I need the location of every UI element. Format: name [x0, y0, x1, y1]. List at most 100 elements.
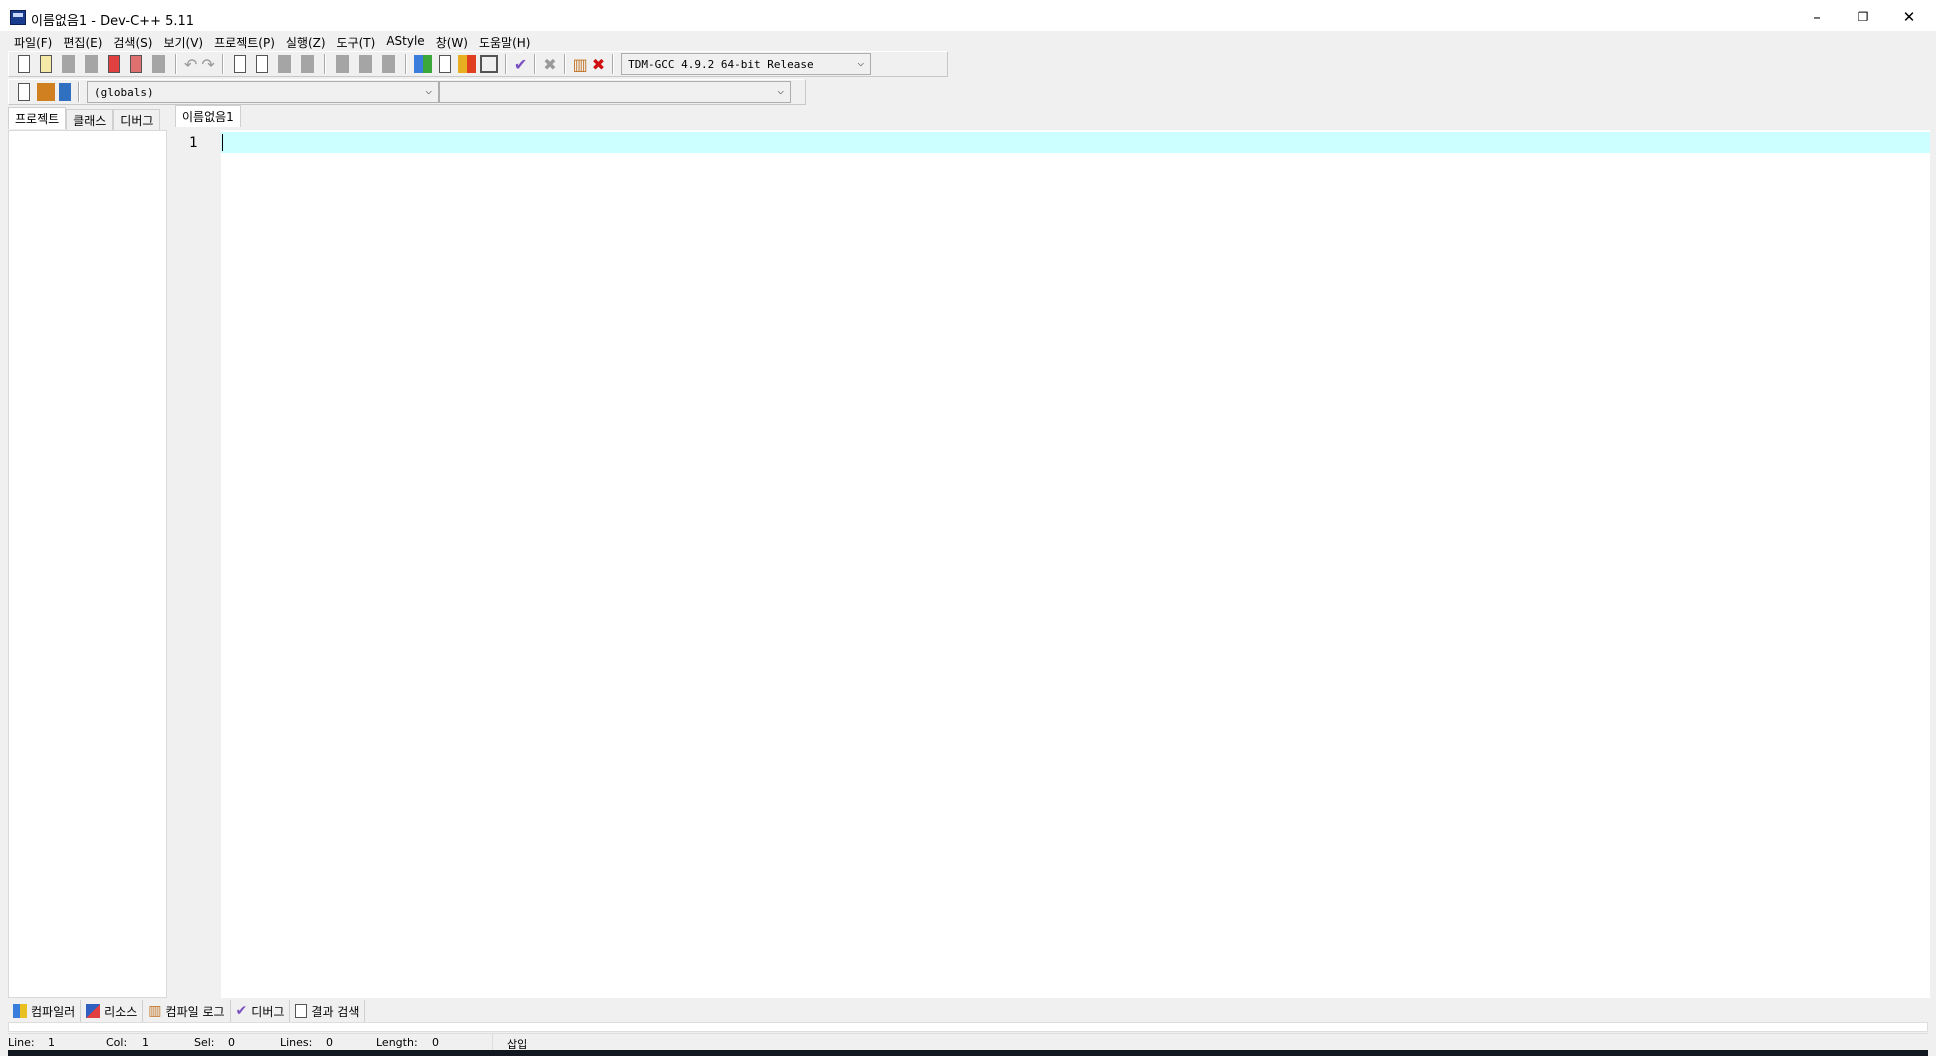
open-file-icon[interactable]: [40, 55, 52, 73]
tab-label: 컴파일러: [31, 1004, 76, 1019]
window-title: 이름없음1 - Dev-C++ 5.11: [31, 14, 195, 29]
left-panel-tabs: 프로젝트 클래스 디버그: [8, 107, 161, 130]
insert-icon[interactable]: [18, 83, 30, 101]
separator: [175, 54, 177, 74]
rebuild-icon[interactable]: [479, 55, 498, 73]
project-options-icon[interactable]: [381, 55, 395, 73]
tab-classes[interactable]: 클래스: [66, 109, 114, 130]
text-caret: [222, 134, 223, 151]
status-bar: Line: 1 Col: 1 Sel: 0 Lines: 0 Length: 0…: [8, 1033, 1928, 1051]
debug-check-icon[interactable]: ✔: [514, 55, 527, 74]
menu-help[interactable]: 도움말(H): [475, 31, 538, 51]
menu-execute[interactable]: 실행(Z): [282, 31, 333, 51]
compile-run-icon[interactable]: [457, 55, 476, 73]
separator: [563, 54, 566, 74]
separator: [323, 54, 326, 74]
app-icon: [10, 10, 26, 25]
menu-astyle[interactable]: AStyle: [382, 31, 431, 51]
lines-value: 0: [326, 1036, 333, 1049]
separator: [404, 54, 407, 74]
chevron-down-icon: ⌵: [777, 84, 784, 97]
lines-label: Lines:: [280, 1036, 313, 1049]
separator: [504, 54, 507, 74]
separator: [612, 54, 615, 74]
stop-icon[interactable]: ✖: [543, 55, 556, 74]
tab-editor-file[interactable]: 이름없음1: [175, 105, 241, 127]
scope-select[interactable]: (globals) ⌵: [87, 81, 439, 103]
menu-bar: 파일(F) 편집(E) 검색(S) 보기(V) 프로젝트(P) 실행(Z) 도구…: [0, 31, 1936, 51]
sel-value: 0: [228, 1036, 235, 1049]
current-line-highlight: [221, 132, 1930, 153]
code-editor[interactable]: 1: [175, 130, 1930, 998]
delete-profile-icon[interactable]: ✖: [592, 55, 605, 74]
close-button[interactable]: ✕: [1886, 4, 1932, 30]
title-bar: 이름없음1 - Dev-C++ 5.11 – ❐ ✕: [0, 0, 1936, 31]
tab-compile-log[interactable]: ▥ 컴파일 로그: [143, 1000, 231, 1022]
replace-icon[interactable]: [255, 55, 268, 73]
sel-label: Sel:: [194, 1036, 215, 1049]
separator: [534, 54, 537, 74]
undo-icon[interactable]: ↶: [184, 55, 197, 74]
save-icon[interactable]: [62, 55, 75, 73]
project-panel[interactable]: [8, 130, 167, 998]
tab-resources[interactable]: 리소스: [81, 1000, 144, 1022]
line-label: Line:: [8, 1036, 35, 1049]
close-file-icon[interactable]: [108, 55, 120, 73]
print-icon[interactable]: [152, 55, 165, 73]
profile-chart-icon[interactable]: ▥: [573, 55, 588, 74]
resources-icon: [86, 1004, 101, 1018]
restore-button[interactable]: ❐: [1840, 4, 1886, 30]
separator: [78, 82, 80, 102]
redo-icon[interactable]: ↷: [201, 55, 214, 74]
compile-icon[interactable]: [413, 55, 432, 73]
output-panel: [8, 1022, 1928, 1032]
save-all-icon[interactable]: [85, 55, 98, 73]
toggle-bookmark-icon[interactable]: [37, 83, 55, 101]
tab-label: 결과 검색: [311, 1004, 360, 1019]
menu-view[interactable]: 보기(V): [159, 31, 210, 51]
bottom-tabs: 컴파일러 리소스 ▥ 컴파일 로그 ✔ 디버그 결과 검색: [8, 1000, 366, 1022]
close-all-icon[interactable]: [130, 55, 142, 73]
menu-edit[interactable]: 편집(E): [59, 31, 109, 51]
menu-file[interactable]: 파일(F): [10, 31, 59, 51]
tab-debug-output[interactable]: ✔ 디버그: [231, 1000, 291, 1022]
tab-label: 컴파일 로그: [165, 1004, 225, 1019]
compiler-select-value: TDM-GCC 4.9.2 64-bit Release: [628, 58, 814, 71]
compiler-icon: [13, 1004, 27, 1018]
menu-tools[interactable]: 도구(T): [333, 31, 383, 51]
menu-window[interactable]: 창(W): [432, 31, 475, 51]
find-icon: [295, 1004, 308, 1018]
goto-bookmark-icon[interactable]: [59, 83, 71, 101]
chart-icon: ▥: [148, 1003, 162, 1019]
run-icon[interactable]: [438, 55, 451, 73]
compiler-select[interactable]: TDM-GCC 4.9.2 64-bit Release ⌵: [621, 53, 872, 75]
separator: [221, 54, 224, 74]
add-to-project-icon[interactable]: [358, 55, 372, 73]
new-project-icon[interactable]: [335, 55, 349, 73]
tab-label: 리소스: [104, 1004, 138, 1019]
menu-project[interactable]: 프로젝트(P): [210, 31, 282, 51]
minimize-button[interactable]: –: [1794, 4, 1840, 30]
col-label: Col:: [106, 1036, 128, 1049]
tab-label: 디버그: [251, 1004, 285, 1019]
chevron-down-icon: ⌵: [425, 84, 432, 97]
tab-find-results[interactable]: 결과 검색: [290, 1000, 366, 1022]
line-value: 1: [48, 1036, 55, 1049]
col-value: 1: [142, 1036, 149, 1049]
length-value: 0: [432, 1036, 439, 1049]
tab-debug[interactable]: 디버그: [113, 109, 161, 130]
class-toolbar: (globals) ⌵ ⌵: [8, 79, 806, 105]
tab-project[interactable]: 프로젝트: [8, 107, 67, 129]
line-gutter: 1: [175, 130, 221, 998]
tab-compiler[interactable]: 컴파일러: [8, 1000, 82, 1022]
goto-line-icon[interactable]: [300, 55, 314, 73]
member-select[interactable]: ⌵: [439, 81, 791, 103]
insert-mode: 삽입: [492, 1034, 572, 1051]
length-label: Length:: [376, 1036, 418, 1049]
menu-search[interactable]: 검색(S): [109, 31, 159, 51]
goto-icon[interactable]: [277, 55, 291, 73]
new-file-icon[interactable]: [18, 55, 30, 73]
check-icon: ✔: [235, 1003, 248, 1019]
find-icon[interactable]: [233, 55, 246, 73]
scope-select-value: (globals): [94, 86, 154, 99]
